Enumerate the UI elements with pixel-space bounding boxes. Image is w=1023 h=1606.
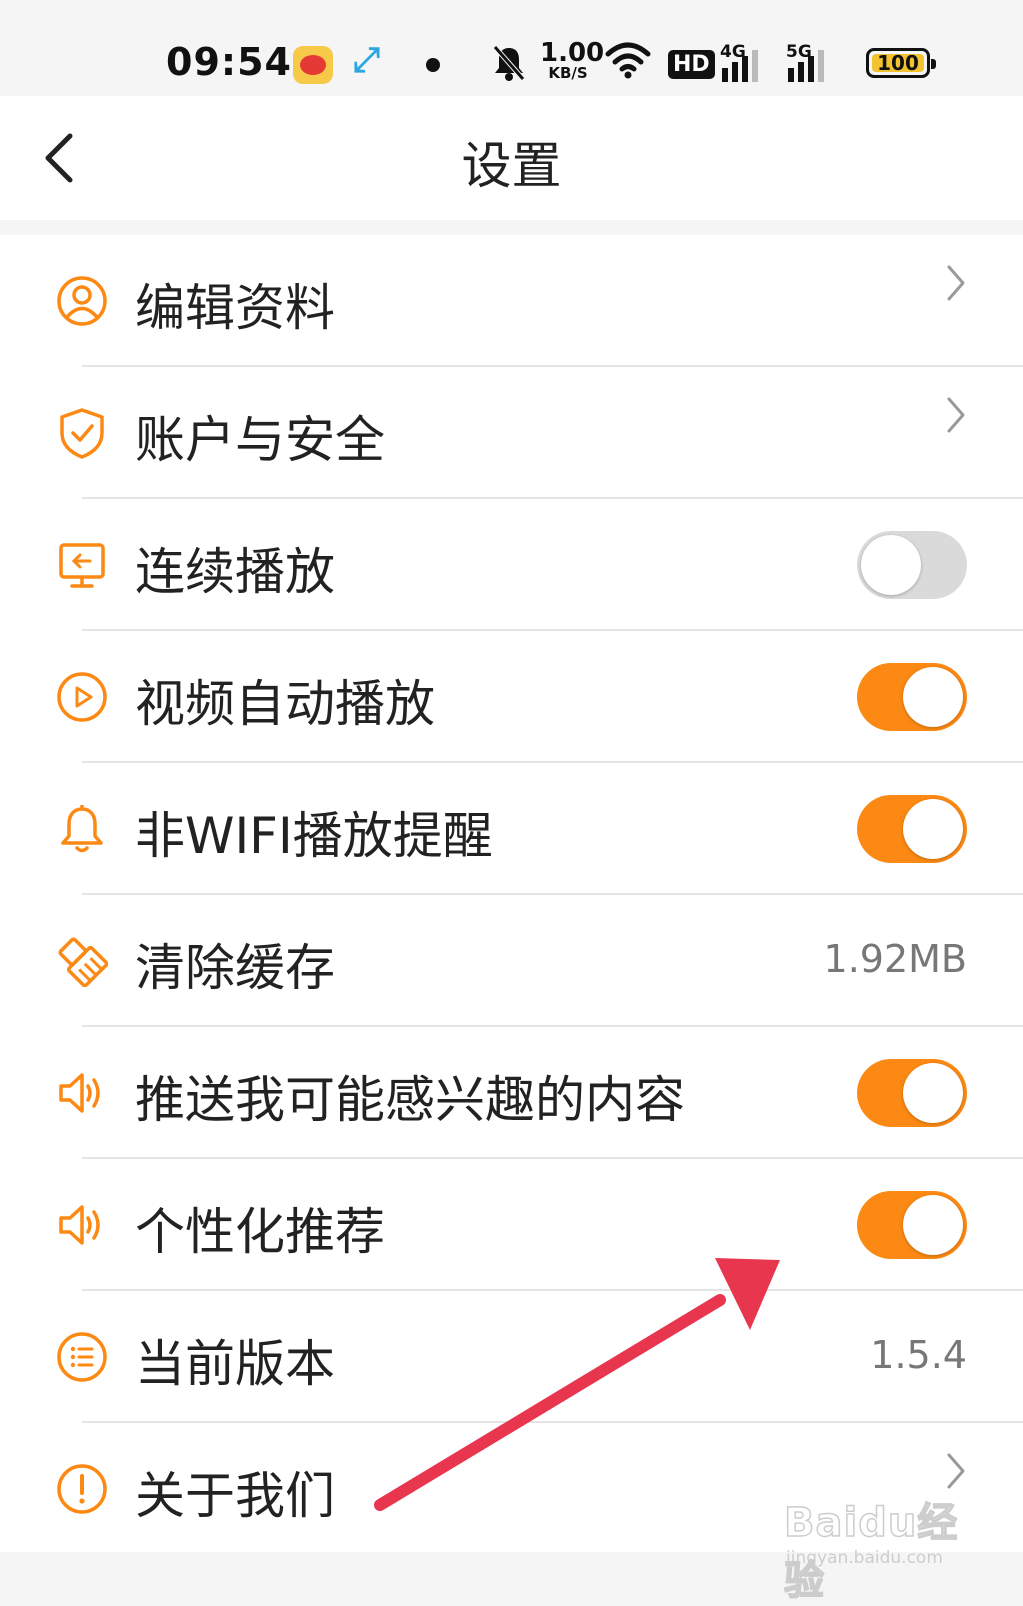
setting-current-version: 当前版本 1.5.4	[0, 1291, 1023, 1423]
page-title: 设置	[461, 137, 562, 195]
bell-icon	[56, 803, 108, 855]
push-interests-toggle[interactable]	[857, 1059, 967, 1127]
setting-clear-cache[interactable]: 清除缓存 1.92MB	[0, 895, 1023, 1027]
setting-continuous-play: 连续播放	[0, 499, 1023, 631]
setting-label: 非WIFI播放提醒	[135, 807, 493, 865]
status-time: 09:54	[166, 40, 292, 84]
chevron-right-icon	[945, 1451, 967, 1491]
setting-personalized-recommend: 个性化推荐	[0, 1159, 1023, 1291]
setting-push-interests: 推送我可能感兴趣的内容	[0, 1027, 1023, 1159]
setting-label: 当前版本	[135, 1335, 335, 1393]
app-icon: ⤢	[353, 40, 381, 80]
setting-label: 个性化推荐	[135, 1203, 385, 1261]
battery-icon: 100	[866, 48, 936, 78]
chevron-right-icon	[945, 395, 967, 435]
setting-label: 账户与安全	[135, 411, 385, 469]
mute-bell-icon	[492, 44, 526, 91]
shield-check-icon	[56, 407, 108, 459]
setting-account-security[interactable]: 账户与安全	[0, 367, 1023, 499]
toggle-knob	[903, 799, 963, 859]
personalized-recommend-toggle[interactable]	[857, 1191, 967, 1259]
speaker-icon	[56, 1199, 108, 1251]
setting-label: 清除缓存	[135, 939, 335, 997]
setting-edit-profile[interactable]: 编辑资料	[0, 235, 1023, 367]
toggle-knob	[903, 1063, 963, 1123]
setting-label: 连续播放	[135, 543, 335, 601]
user-icon	[56, 275, 108, 327]
setting-label: 推送我可能感兴趣的内容	[135, 1071, 685, 1129]
notification-dot	[426, 58, 440, 72]
setting-label: 视频自动播放	[135, 675, 435, 733]
non-wifi-reminder-toggle[interactable]	[857, 795, 967, 863]
wifi-icon	[605, 40, 651, 89]
list-circle-icon	[56, 1331, 108, 1383]
weibo-icon	[293, 46, 333, 84]
setting-about-us[interactable]: 关于我们	[0, 1423, 1023, 1555]
setting-video-autoplay: 视频自动播放	[0, 631, 1023, 763]
signal-icon: 4G	[720, 42, 764, 82]
video-autoplay-toggle[interactable]	[857, 663, 967, 731]
exclamation-circle-icon	[56, 1463, 108, 1515]
status-bar: 09:54 ⤢ 1.00 KB/S HD 4G 5G 100	[0, 0, 1023, 96]
setting-non-wifi-reminder: 非WIFI播放提醒	[0, 763, 1023, 895]
network-speed-unit: KB/S	[548, 64, 588, 82]
setting-label: 编辑资料	[135, 279, 335, 337]
version-value: 1.5.4	[870, 1333, 967, 1377]
toggle-knob	[861, 535, 921, 595]
broom-icon	[56, 935, 109, 988]
nav-header: 设置	[0, 96, 1023, 220]
toggle-knob	[903, 667, 963, 727]
chevron-right-icon	[945, 263, 967, 303]
setting-label: 关于我们	[135, 1467, 335, 1525]
speaker-icon	[56, 1067, 108, 1119]
toggle-knob	[903, 1195, 963, 1255]
play-circle-icon	[56, 671, 108, 723]
signal-icon: 5G	[786, 42, 830, 82]
monitor-icon	[56, 539, 108, 591]
hd-badge: HD	[668, 50, 715, 79]
network-speed-value: 1.00	[540, 38, 605, 68]
battery-level: 100	[872, 51, 924, 75]
settings-list: 编辑资料 账户与安全 连续播放 视频自动播放 非WIFI播放提醒 清除缓存 1.…	[0, 235, 1023, 1552]
cache-size-value: 1.92MB	[823, 937, 967, 981]
network-speed: 1.00 KB/S	[540, 38, 605, 82]
continuous-play-toggle[interactable]	[857, 531, 967, 599]
